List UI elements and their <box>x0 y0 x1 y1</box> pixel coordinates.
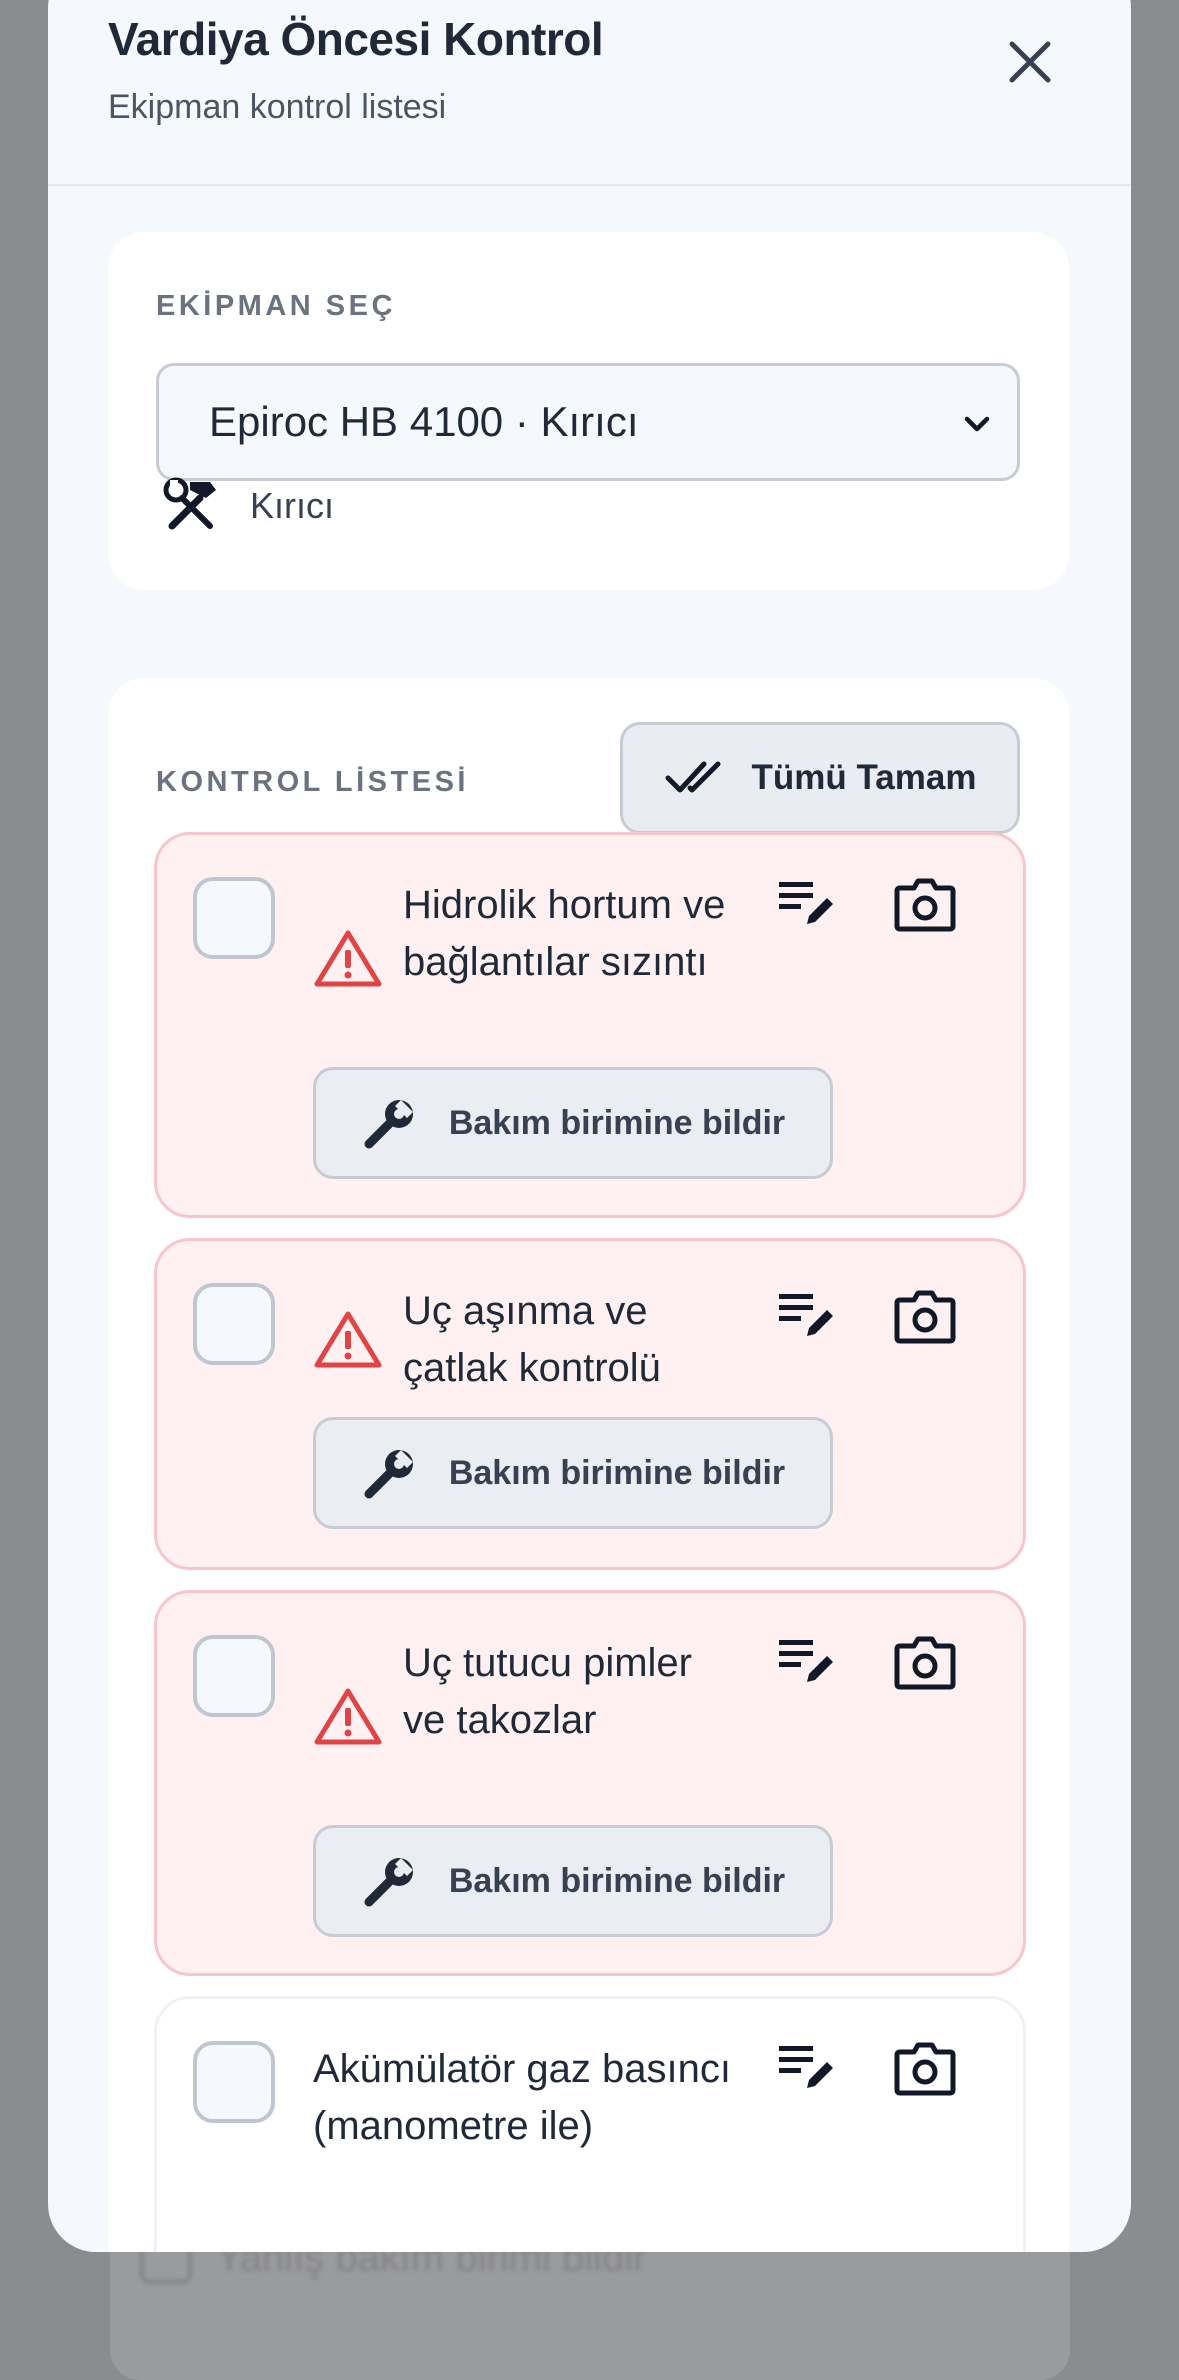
note-edit-icon <box>779 1294 833 1336</box>
close-button[interactable] <box>990 22 1070 102</box>
modal-title: Vardiya Öncesi Kontrol <box>108 13 604 65</box>
report-maintenance-button[interactable]: Bakım birimine bildir <box>313 1417 833 1529</box>
report-maintenance-label: Bakım birimine bildir <box>448 1103 786 1142</box>
note-edit-icon <box>779 882 833 924</box>
modal-subtitle: Ekipman kontrol listesi <box>108 88 447 126</box>
equipment-section-label: EKİPMAN SEÇ <box>156 290 396 322</box>
camera-icon <box>894 1636 956 1690</box>
camera-icon <box>894 2042 956 2096</box>
equipment-select-value: Epiroc HB 4100 · Kırıcı <box>209 398 639 445</box>
note-edit-icon <box>779 2046 833 2088</box>
camera-icon <box>894 878 956 932</box>
tools-icon <box>163 477 216 530</box>
item-label: Uç aşınma ve çatlak kontrolü <box>403 1289 661 1390</box>
wrench-icon <box>364 1858 413 1907</box>
equipment-type: Kırıcı <box>160 476 334 536</box>
report-maintenance-label: Bakım birimine bildir <box>448 1453 786 1492</box>
warning-icon <box>314 1688 382 1745</box>
equipment-type-label: Kırıcı <box>250 485 335 526</box>
add-photo-button[interactable] <box>885 865 965 945</box>
item-label: Uç tutucu pimler ve takozlar <box>403 1641 692 1742</box>
chevron-down-icon <box>964 416 990 432</box>
item-checkbox[interactable] <box>193 1635 275 1717</box>
equipment-select[interactable]: Epiroc HB 4100 · Kırıcı <box>156 363 1020 481</box>
double-check-icon <box>665 761 721 793</box>
modal-header: Vardiya Öncesi Kontrol Ekipman kontrol l… <box>48 0 1131 186</box>
equipment-card: EKİPMAN SEÇ Epiroc HB 4100 · Kırıcı Kırı… <box>108 232 1069 590</box>
item-checkbox[interactable] <box>193 877 275 959</box>
add-note-button[interactable] <box>767 865 847 945</box>
report-maintenance-label: Bakım birimine bildir <box>448 1861 786 1900</box>
warning-icon <box>314 1311 382 1368</box>
pre-shift-check-modal: Vardiya Öncesi Kontrol Ekipman kontrol l… <box>48 0 1131 2252</box>
mark-all-ok-label: Tümü Tamam <box>751 758 977 797</box>
add-photo-button[interactable] <box>885 2029 965 2109</box>
checklist-section-label: KONTROL LİSTESİ <box>156 766 469 798</box>
warning-icon <box>314 930 382 987</box>
item-label: Hidrolik hortum ve bağlantılar sızıntı <box>403 883 726 984</box>
report-maintenance-button[interactable]: Bakım birimine bildir <box>313 1825 833 1937</box>
close-icon <box>1009 41 1051 83</box>
mark-all-ok-button[interactable]: Tümü Tamam <box>620 722 1020 834</box>
item-checkbox[interactable] <box>193 1283 275 1365</box>
checklist-card: KONTROL LİSTESİ Tümü Tamam Hidrolik hort… <box>108 678 1069 2252</box>
report-maintenance-button[interactable]: Bakım birimine bildir <box>313 1067 833 1179</box>
checklist-item: Uç aşınma ve çatlak kontrolü Bakım birim… <box>154 1238 1026 1570</box>
add-note-button[interactable] <box>767 1277 847 1357</box>
checklist-item: Uç tutucu pimler ve takozlar Bakım birim… <box>154 1590 1026 1976</box>
wrench-icon <box>364 1450 413 1499</box>
item-label: Akümülatör gaz basıncı (manometre ile) <box>313 2047 731 2148</box>
wrench-icon <box>364 1100 413 1149</box>
note-edit-icon <box>779 1640 833 1682</box>
add-note-button[interactable] <box>767 2029 847 2109</box>
add-photo-button[interactable] <box>885 1623 965 1703</box>
checklist-item: Akümülatör gaz basıncı (manometre ile) <box>154 1996 1026 2252</box>
add-photo-button[interactable] <box>885 1277 965 1357</box>
checklist-item: Hidrolik hortum ve bağlantılar sızıntı B… <box>154 832 1026 1218</box>
add-note-button[interactable] <box>767 1623 847 1703</box>
camera-icon <box>894 1290 956 1344</box>
item-checkbox[interactable] <box>193 2041 275 2123</box>
